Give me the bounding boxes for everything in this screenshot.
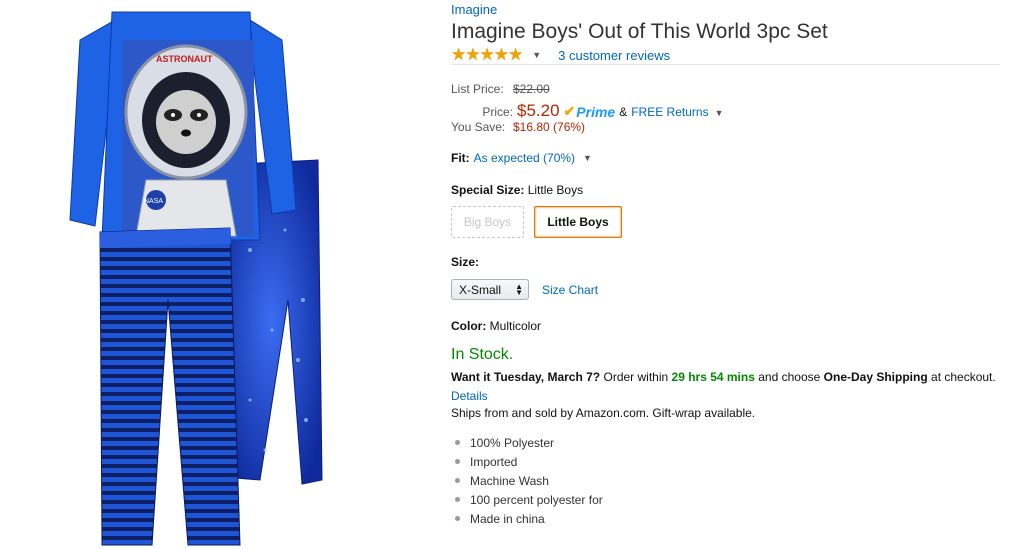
nasa-patch: NASA bbox=[144, 198, 163, 205]
chevron-down-icon[interactable]: ▼ bbox=[532, 50, 541, 60]
savings-row: You Save: $16.80 (76%) bbox=[451, 120, 724, 139]
price-block: List Price: $22.00 Price: $5.20 ✔ Prime … bbox=[451, 82, 724, 139]
feature-text: Imported bbox=[470, 454, 518, 469]
list-item: Machine Wash bbox=[451, 471, 603, 490]
fit-label: Fit: bbox=[451, 151, 470, 165]
customer-reviews-link[interactable]: 3 customer reviews bbox=[558, 48, 670, 63]
in-stock-status: In Stock. bbox=[451, 346, 514, 363]
fit-row: Fit: As expected (70%) ▼ bbox=[451, 151, 592, 165]
feature-text: 100% Polyester bbox=[470, 435, 555, 450]
shipping-option: One-Day Shipping bbox=[823, 370, 928, 384]
bullet-icon bbox=[455, 497, 460, 502]
special-size-swatches: Big Boys Little Boys bbox=[451, 206, 632, 238]
size-selected-value: X-Small bbox=[459, 282, 502, 297]
product-image[interactable]: NASA ASTRONAUT bbox=[60, 0, 340, 549]
swatch-big-boys[interactable]: Big Boys bbox=[451, 206, 524, 238]
free-returns-link[interactable]: FREE Returns bbox=[631, 105, 708, 119]
bullet-icon bbox=[455, 516, 460, 521]
order-within-text: Order within bbox=[603, 370, 669, 384]
product-title: Imagine Boys' Out of This World 3pc Set bbox=[451, 20, 828, 43]
prime-badge: ✔ Prime bbox=[564, 103, 616, 120]
rating-row: ★★★★★ ▼ 3 customer reviews bbox=[451, 45, 670, 65]
feature-text: 100 percent polyester for bbox=[470, 492, 603, 507]
countdown-timer: 29 hrs 54 mins bbox=[671, 370, 755, 384]
ampersand: & bbox=[619, 105, 628, 119]
select-arrows-icon: ▲ ▼ bbox=[515, 281, 523, 297]
want-it-date: Want it Tuesday, March 7? bbox=[451, 370, 601, 384]
bullet-icon bbox=[455, 478, 460, 483]
size-row: X-Small ▲ ▼ Size Chart bbox=[451, 279, 598, 300]
and-choose-text: and choose bbox=[758, 370, 821, 384]
feature-bullets: 100% Polyester Imported Machine Wash 100… bbox=[451, 433, 603, 528]
swatch-little-boys[interactable]: Little Boys bbox=[534, 206, 622, 238]
special-size-row: Special Size: Little Boys bbox=[451, 183, 583, 197]
color-value: Multicolor bbox=[489, 319, 542, 333]
current-price: $5.20 bbox=[517, 101, 560, 120]
prime-label: Prime bbox=[576, 103, 616, 120]
prime-check-icon: ✔ bbox=[563, 103, 576, 119]
price-label: Price: bbox=[482, 105, 513, 119]
savings-label: You Save: bbox=[451, 120, 506, 134]
list-item: Made in china bbox=[451, 509, 603, 528]
pajama-set-illustration: NASA ASTRONAUT bbox=[69, 11, 323, 546]
chevron-down-icon[interactable]: ▼ bbox=[583, 153, 592, 163]
divider bbox=[451, 64, 1000, 65]
list-item: 100% Polyester bbox=[451, 433, 603, 452]
special-size-label: Special Size: bbox=[451, 183, 525, 197]
price-row: Price: $5.20 ✔ Prime & FREE Returns ▼ bbox=[451, 101, 724, 120]
special-size-value: Little Boys bbox=[527, 183, 584, 197]
savings-value: $16.80 (76%) bbox=[513, 120, 586, 134]
brand-link[interactable]: Imagine bbox=[451, 2, 497, 17]
details-link[interactable]: Details bbox=[451, 389, 488, 403]
list-item: 100 percent polyester for bbox=[451, 490, 603, 509]
chevron-down-icon[interactable]: ▼ bbox=[715, 108, 724, 118]
ships-from-text: Ships from and sold by Amazon.com. Gift-… bbox=[451, 406, 756, 420]
feature-text: Machine Wash bbox=[470, 473, 549, 488]
list-price-value: $22.00 bbox=[513, 82, 550, 96]
at-checkout-text: at checkout. bbox=[931, 370, 996, 384]
bullet-icon bbox=[455, 440, 460, 445]
color-label: Color: bbox=[451, 319, 487, 333]
helmet-label: ASTRONAUT bbox=[156, 54, 213, 64]
fit-value-link[interactable]: As expected (70%) bbox=[474, 151, 575, 165]
size-chart-link[interactable]: Size Chart bbox=[542, 283, 598, 297]
bullet-icon bbox=[455, 459, 460, 464]
list-price-label: List Price: bbox=[451, 82, 504, 96]
size-label: Size: bbox=[451, 255, 480, 269]
list-price-row: List Price: $22.00 bbox=[451, 82, 724, 101]
star-rating-icon[interactable]: ★★★★★ bbox=[451, 45, 523, 65]
list-item: Imported bbox=[451, 452, 603, 471]
delivery-message: Want it Tuesday, March 7? Order within 2… bbox=[451, 368, 999, 406]
feature-text: Made in china bbox=[470, 511, 545, 526]
size-dropdown[interactable]: X-Small ▲ ▼ bbox=[451, 279, 529, 300]
color-row: Color: Multicolor bbox=[451, 319, 541, 333]
